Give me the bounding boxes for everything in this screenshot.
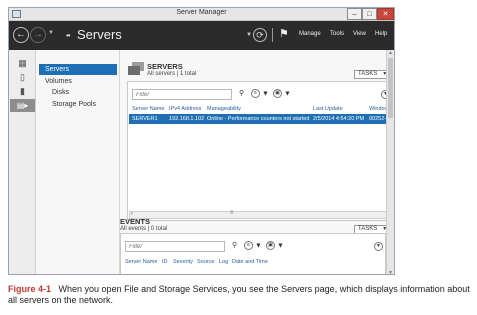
servers-filter-input[interactable] [132,89,232,100]
horizontal-scrollbar[interactable]: ‹ ≡ › [129,210,391,219]
menu-manage[interactable]: Manage [299,31,321,37]
save-icon: ▣ [266,241,275,250]
main-content: SERVERS All servers | 1 total TASKS ▼ ⚲ ≡… [120,50,392,274]
refresh-icon[interactable]: ⟳ [253,28,267,42]
maximize-button[interactable]: □ [362,8,377,20]
servers-section-subtitle: All servers | 1 total [147,71,197,77]
events-tasks-label: TASKS [358,226,378,232]
search-icon[interactable]: ⚲ [239,89,244,97]
save-query-button[interactable]: ▣ ▼ [273,89,291,98]
cell-last-update: 2/5/2014 4:54:20 PM [313,116,365,122]
column-header-log[interactable]: Log [219,259,228,265]
breadcrumb: Servers [77,27,122,42]
breadcrumb-separator: •• [66,31,71,40]
table-row[interactable]: SERVER1 192.168.1.102 Online - Performan… [129,114,392,124]
servers-section-icon [128,62,144,75]
dashboard-icon[interactable]: ▦ [16,58,29,69]
close-button[interactable]: ✕ [377,8,394,20]
list-icon: ≡ [244,241,253,250]
subnav-item-volumes[interactable]: Volumes [45,78,72,85]
column-header-server-name[interactable]: Server Name [125,259,157,265]
history-dropdown-icon[interactable]: ▼ [48,30,54,36]
events-section-subtitle: All events | 0 total [120,226,168,232]
events-filter-input[interactable] [125,241,225,252]
title-bar: Server Manager – □ ✕ [9,8,394,21]
breadcrumb-dropdown-icon[interactable]: ▼ [246,32,252,38]
column-header-server-name[interactable]: Server Name [132,106,164,112]
cell-manageability: Online - Performance counters not starte… [207,116,310,122]
menu-help[interactable]: Help [375,31,387,37]
servers-section-title: SERVERS [147,62,183,71]
server-manager-window: Server Manager – □ ✕ ← → ▼ •• Servers ▼ … [8,7,395,275]
save-icon: ▣ [273,89,282,98]
subnav-item-servers[interactable]: Servers [39,64,117,75]
figure-caption: Figure 4-1 When you open File and Storag… [8,284,473,306]
chevron-down-icon[interactable]: ▼ [374,242,383,251]
subnav-item-storage-pools[interactable]: Storage Pools [52,101,96,108]
column-header-date-and-time[interactable]: Date and Time [232,259,268,265]
events-section-title: EVENTS [120,217,151,226]
servers-tasks-label: TASKS [358,71,378,77]
figure-label: Figure 4-1 [8,284,52,294]
scroll-up-icon[interactable]: ▲ [387,50,394,56]
scroll-thumb[interactable] [388,58,393,118]
header-bar: ← → ▼ •• Servers ▼ ⟳ ⚑ Manage Tools View… [9,21,394,50]
menu-view[interactable]: View [353,31,366,37]
scroll-grip-icon[interactable]: ≡ [230,210,234,216]
cell-server-name: SERVER1 [132,116,158,122]
column-header-ipv4-address[interactable]: IPv4 Address [169,106,201,112]
column-header-id[interactable]: ID [162,259,168,265]
all-servers-icon[interactable]: ▮ [16,86,29,97]
list-icon: ≡ [251,89,260,98]
servers-panel: ⚲ ≡ ▼ ▣ ▼ ▼ Server Name IPv4 Address Man… [127,81,392,221]
forward-arrow-icon[interactable]: → [30,27,46,43]
navigation-icon-strip: ▦ ▯ ▮ ▤▸ [9,50,36,274]
column-header-severity[interactable]: Severity [173,259,193,265]
events-panel: ⚲ ≡ ▼ ▣ ▼ ▼ Server Name ID Severity Sour… [120,233,386,274]
column-header-manageability[interactable]: Manageability [207,106,241,112]
figure-caption-text: When you open File and Storage Services,… [8,284,470,305]
minimize-button[interactable]: – [347,8,362,20]
save-query-button[interactable]: ▣ ▼ [266,241,284,250]
back-arrow-icon[interactable]: ← [13,27,29,43]
subnav-item-disks[interactable]: Disks [52,89,69,96]
list-options-button[interactable]: ≡ ▼ [244,241,262,250]
cell-ipv4: 192.168.1.102 [169,116,205,122]
file-storage-subnav: Servers Volumes Disks Storage Pools [36,50,120,274]
list-options-button[interactable]: ≡ ▼ [251,89,269,98]
vertical-scrollbar[interactable]: ▲ ▼ [386,50,394,274]
column-header-last-update[interactable]: Last Update [313,106,343,112]
window-title: Server Manager [176,9,227,16]
file-storage-services-icon[interactable]: ▤▸ [10,99,35,112]
notifications-flag-icon[interactable]: ⚑ [279,27,289,40]
scroll-down-icon[interactable]: ▼ [387,270,394,274]
search-icon[interactable]: ⚲ [232,241,237,249]
menu-tools[interactable]: Tools [330,31,344,37]
local-server-icon[interactable]: ▯ [16,72,29,83]
header-divider [272,28,273,42]
column-header-source[interactable]: Source [197,259,214,265]
